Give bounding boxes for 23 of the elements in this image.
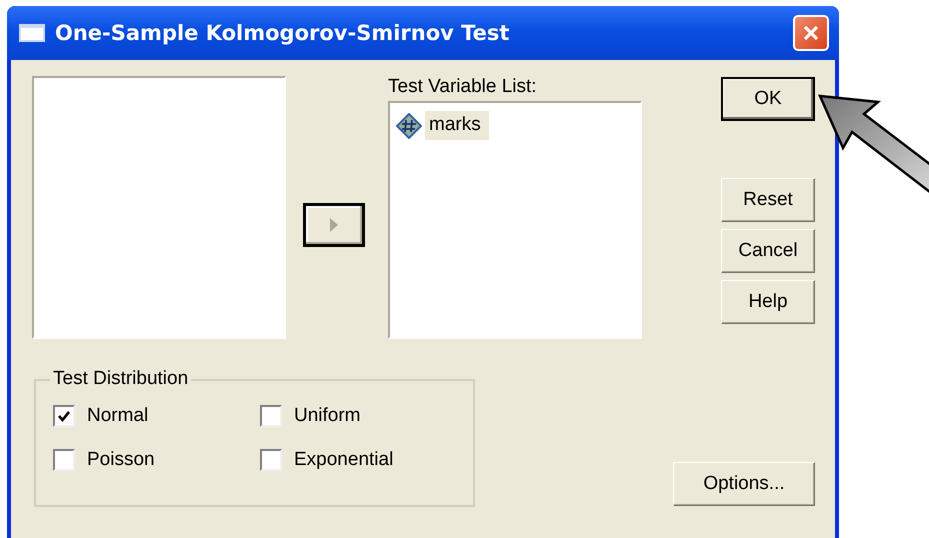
checkbox-label: Poisson	[87, 449, 155, 471]
right-triangle-icon	[329, 217, 340, 233]
close-icon	[802, 24, 820, 42]
checkbox-label: Uniform	[294, 405, 361, 427]
variable-item[interactable]: marks	[425, 111, 489, 140]
test-variable-list[interactable]: marks	[388, 101, 642, 339]
checkbox[interactable]	[53, 449, 75, 471]
checkbox-label: Exponential	[294, 449, 394, 471]
scale-variable-icon	[396, 112, 422, 138]
window-icon	[19, 24, 45, 42]
dialog-button[interactable]: Cancel	[721, 229, 815, 273]
dialog-button[interactable]: Help	[721, 280, 815, 324]
checkbox[interactable]	[260, 449, 282, 471]
checkbox[interactable]	[53, 405, 75, 427]
options-button[interactable]: Options...	[673, 462, 815, 506]
close-button[interactable]	[793, 15, 829, 51]
window-title: One-Sample Kolmogorov-Smirnov Test	[55, 21, 510, 45]
checkbox[interactable]	[260, 405, 282, 427]
checkbox-label: Normal	[87, 405, 148, 427]
checkmark-icon	[57, 409, 71, 423]
dialog-button[interactable]: Reset	[721, 178, 815, 222]
list-label: Test Variable List:	[388, 76, 538, 99]
dialog-button[interactable]: OK	[721, 77, 815, 121]
